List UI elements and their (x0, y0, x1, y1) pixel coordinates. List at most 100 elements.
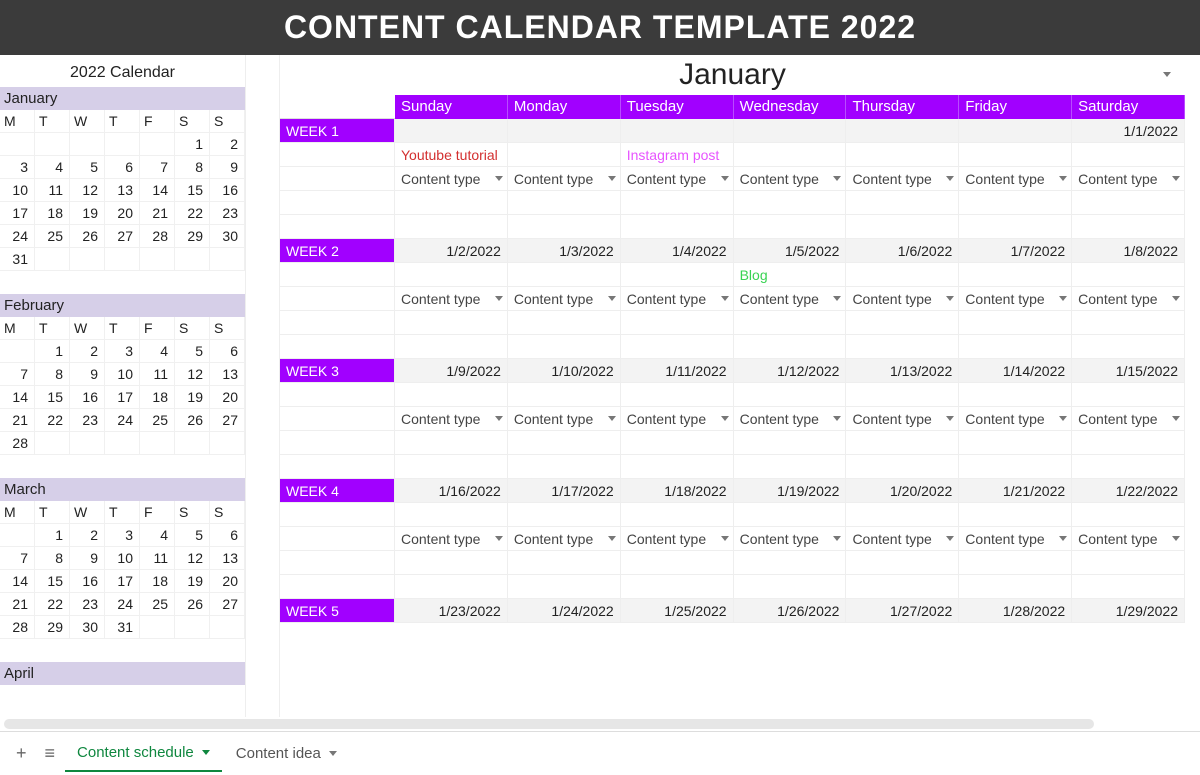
content-type-dropdown[interactable]: Content type (508, 407, 621, 431)
content-type-dropdown[interactable]: Content type (734, 287, 847, 311)
mini-day[interactable]: 13 (105, 179, 140, 202)
idea-cell[interactable] (1072, 143, 1185, 167)
horizontal-scrollbar[interactable] (0, 717, 1200, 731)
content-type-dropdown[interactable]: Content type (959, 287, 1072, 311)
mini-day[interactable]: 29 (35, 616, 70, 639)
mini-day[interactable]: 13 (210, 547, 245, 570)
mini-day[interactable]: 6 (105, 156, 140, 179)
idea-cell[interactable] (734, 383, 847, 407)
mini-day[interactable]: 25 (140, 409, 175, 432)
content-type-dropdown[interactable]: Content type (395, 167, 508, 191)
mini-day[interactable]: 22 (35, 593, 70, 616)
mini-day[interactable]: 1 (35, 340, 70, 363)
idea-cell[interactable] (846, 263, 959, 287)
mini-day[interactable]: 4 (35, 156, 70, 179)
mini-day[interactable]: 19 (175, 386, 210, 409)
idea-cell[interactable] (1072, 263, 1185, 287)
mini-day[interactable]: 17 (0, 202, 35, 225)
mini-day[interactable]: 22 (35, 409, 70, 432)
mini-day[interactable]: 19 (175, 570, 210, 593)
mini-day[interactable]: 9 (70, 363, 105, 386)
mini-day[interactable]: 13 (210, 363, 245, 386)
content-type-dropdown[interactable]: Content type (621, 407, 734, 431)
mini-day[interactable]: 24 (0, 225, 35, 248)
mini-day[interactable]: 4 (140, 524, 175, 547)
mini-day[interactable]: 27 (105, 225, 140, 248)
mini-day[interactable]: 3 (105, 340, 140, 363)
content-type-dropdown[interactable]: Content type (846, 407, 959, 431)
mini-day[interactable]: 7 (140, 156, 175, 179)
content-type-dropdown[interactable]: Content type (734, 527, 847, 551)
idea-cell[interactable] (508, 263, 621, 287)
idea-cell[interactable] (395, 503, 508, 527)
mini-day[interactable]: 25 (140, 593, 175, 616)
idea-cell[interactable] (846, 143, 959, 167)
mini-day[interactable]: 15 (175, 179, 210, 202)
mini-day[interactable]: 19 (70, 202, 105, 225)
mini-day[interactable]: 14 (140, 179, 175, 202)
content-type-dropdown[interactable]: Content type (508, 527, 621, 551)
mini-day[interactable]: 3 (105, 524, 140, 547)
mini-day[interactable]: 31 (105, 616, 140, 639)
mini-day[interactable]: 10 (0, 179, 35, 202)
idea-cell[interactable] (508, 503, 621, 527)
mini-day[interactable]: 20 (105, 202, 140, 225)
content-type-dropdown[interactable]: Content type (1072, 407, 1185, 431)
content-type-dropdown[interactable]: Content type (395, 407, 508, 431)
month-selector[interactable]: January (280, 55, 1185, 95)
mini-day[interactable]: 20 (210, 386, 245, 409)
idea-cell[interactable] (621, 383, 734, 407)
content-type-dropdown[interactable]: Content type (395, 287, 508, 311)
mini-day[interactable]: 1 (35, 524, 70, 547)
content-type-dropdown[interactable]: Content type (734, 407, 847, 431)
content-type-dropdown[interactable]: Content type (959, 527, 1072, 551)
mini-day[interactable]: 12 (175, 363, 210, 386)
content-type-dropdown[interactable]: Content type (508, 287, 621, 311)
mini-day[interactable]: 23 (70, 409, 105, 432)
mini-day[interactable]: 30 (70, 616, 105, 639)
mini-day[interactable]: 8 (175, 156, 210, 179)
mini-day[interactable]: 9 (210, 156, 245, 179)
mini-day[interactable]: 29 (175, 225, 210, 248)
mini-day[interactable]: 10 (105, 547, 140, 570)
mini-day[interactable]: 5 (175, 524, 210, 547)
mini-day[interactable]: 21 (140, 202, 175, 225)
mini-day[interactable]: 18 (35, 202, 70, 225)
mini-day[interactable]: 2 (70, 524, 105, 547)
idea-cell[interactable] (621, 503, 734, 527)
idea-cell[interactable] (959, 143, 1072, 167)
mini-day[interactable]: 26 (175, 409, 210, 432)
mini-day[interactable]: 8 (35, 363, 70, 386)
content-type-dropdown[interactable]: Content type (959, 407, 1072, 431)
mini-day[interactable]: 7 (0, 363, 35, 386)
mini-day[interactable]: 16 (70, 570, 105, 593)
idea-cell[interactable] (1072, 383, 1185, 407)
idea-cell[interactable] (734, 143, 847, 167)
idea-cell[interactable] (846, 503, 959, 527)
mini-day[interactable]: 28 (0, 616, 35, 639)
mini-day[interactable]: 28 (140, 225, 175, 248)
idea-cell[interactable] (959, 383, 1072, 407)
mini-day[interactable]: 24 (105, 409, 140, 432)
idea-cell[interactable] (959, 263, 1072, 287)
mini-day[interactable]: 27 (210, 409, 245, 432)
mini-day[interactable]: 10 (105, 363, 140, 386)
add-sheet-button[interactable]: + (8, 736, 35, 772)
mini-day[interactable]: 31 (0, 248, 35, 271)
mini-day[interactable]: 28 (0, 432, 35, 455)
mini-day[interactable]: 11 (35, 179, 70, 202)
mini-day[interactable]: 9 (70, 547, 105, 570)
idea-cell[interactable] (508, 143, 621, 167)
idea-cell[interactable] (395, 383, 508, 407)
mini-day[interactable]: 2 (210, 133, 245, 156)
mini-day[interactable]: 12 (175, 547, 210, 570)
idea-cell[interactable] (959, 503, 1072, 527)
mini-day[interactable]: 11 (140, 547, 175, 570)
content-type-dropdown[interactable]: Content type (846, 167, 959, 191)
tab-content-schedule[interactable]: Content schedule (65, 736, 222, 772)
mini-day[interactable]: 18 (140, 386, 175, 409)
mini-day[interactable]: 27 (210, 593, 245, 616)
idea-cell[interactable] (1072, 503, 1185, 527)
content-type-dropdown[interactable]: Content type (621, 527, 734, 551)
mini-day[interactable]: 7 (0, 547, 35, 570)
